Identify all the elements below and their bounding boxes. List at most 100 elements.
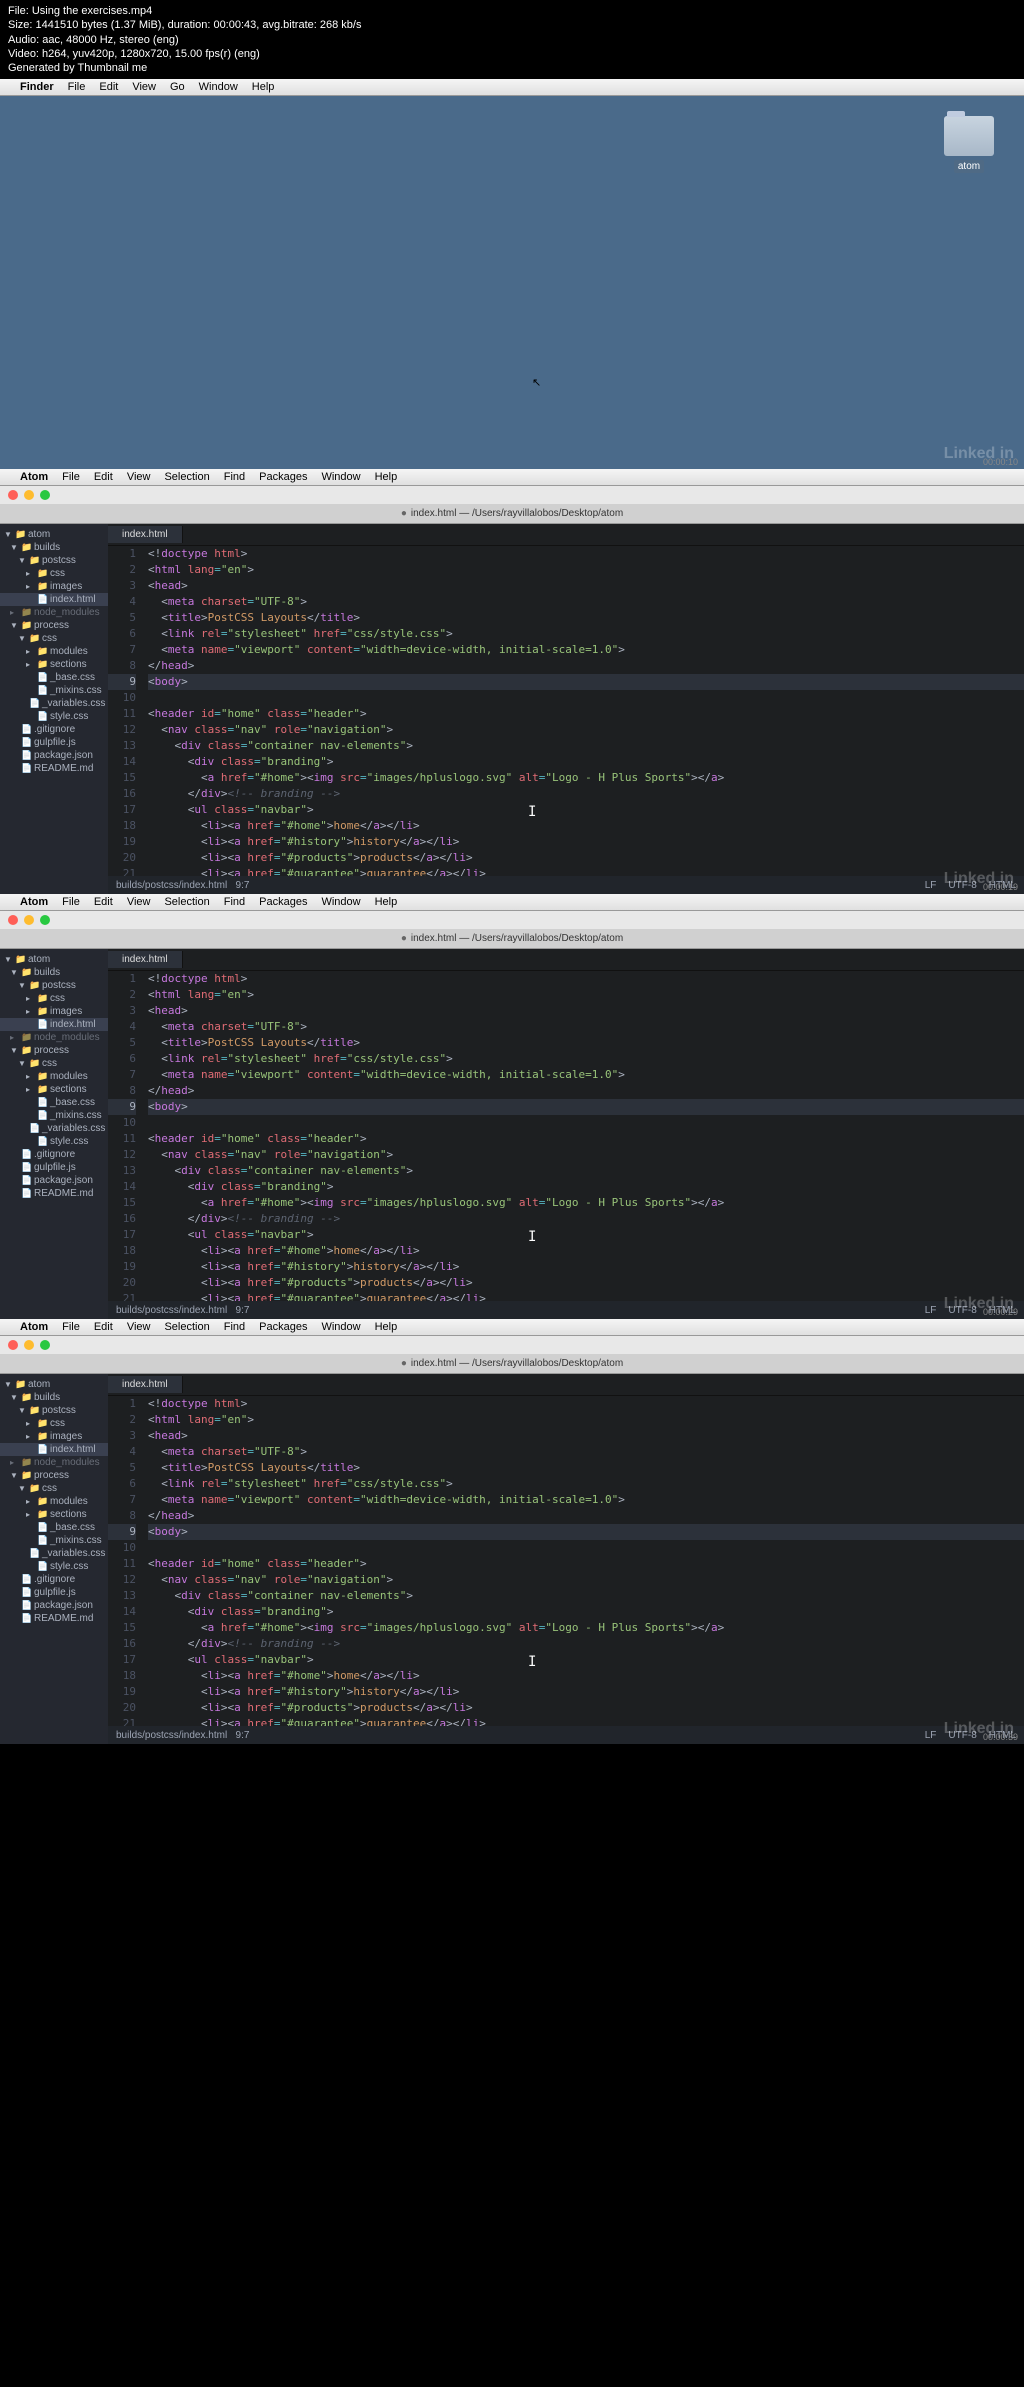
- tree-item-sections[interactable]: ▸📁sections: [0, 1508, 108, 1521]
- status-lf[interactable]: LF: [925, 1305, 937, 1316]
- menu-find[interactable]: Find: [224, 471, 245, 483]
- tree-item-gulpfile-js[interactable]: 📄gulpfile.js: [0, 736, 108, 749]
- tree-item-style-css[interactable]: 📄style.css: [0, 710, 108, 723]
- tree-item-index-html[interactable]: 📄index.html: [0, 593, 108, 606]
- menu-window[interactable]: Window: [321, 1321, 360, 1333]
- menu-selection[interactable]: Selection: [164, 471, 209, 483]
- close-button[interactable]: [8, 1340, 18, 1350]
- tree-item-_base-css[interactable]: 📄_base.css: [0, 1521, 108, 1534]
- menu-help[interactable]: Help: [375, 471, 398, 483]
- tree-item-_variables-css[interactable]: 📄_variables.css: [0, 697, 108, 710]
- file-tree-sidebar[interactable]: ▼📁atom▼📁builds▼📁postcss▸📁css▸📁images📄ind…: [0, 1374, 108, 1744]
- menu-edit[interactable]: Edit: [94, 896, 113, 908]
- status-filepath[interactable]: builds/postcss/index.html: [116, 880, 227, 891]
- menu-edit[interactable]: Edit: [94, 1321, 113, 1333]
- tree-item-images[interactable]: ▸📁images: [0, 580, 108, 593]
- tree-item-node_modules[interactable]: ▸📁node_modules: [0, 606, 108, 619]
- minimize-button[interactable]: [24, 490, 34, 500]
- menu-atom[interactable]: Atom: [20, 896, 48, 908]
- tree-item-_base-css[interactable]: 📄_base.css: [0, 671, 108, 684]
- menu-selection[interactable]: Selection: [164, 896, 209, 908]
- tree-item-README-md[interactable]: 📄README.md: [0, 1187, 108, 1200]
- tree-item-_variables-css[interactable]: 📄_variables.css: [0, 1547, 108, 1560]
- minimize-button[interactable]: [24, 915, 34, 925]
- file-tree-sidebar[interactable]: ▼📁atom▼📁builds▼📁postcss▸📁css▸📁images📄ind…: [0, 949, 108, 1319]
- file-tab-index-html[interactable]: index.html: [108, 1376, 183, 1393]
- tree-item-css[interactable]: ▼📁css: [0, 1482, 108, 1495]
- code-content[interactable]: <!doctype html><html lang="en"><head> <m…: [142, 971, 1024, 1301]
- tree-item-index-html[interactable]: 📄index.html: [0, 1018, 108, 1031]
- menu-packages[interactable]: Packages: [259, 1321, 307, 1333]
- tree-item-css[interactable]: ▸📁css: [0, 567, 108, 580]
- tree-item-process[interactable]: ▼📁process: [0, 619, 108, 632]
- tree-item-images[interactable]: ▸📁images: [0, 1005, 108, 1018]
- status-lf[interactable]: LF: [925, 1730, 937, 1741]
- desktop-folder-atom[interactable]: atom: [944, 116, 994, 173]
- tree-item-package-json[interactable]: 📄package.json: [0, 749, 108, 762]
- tree-item-style-css[interactable]: 📄style.css: [0, 1135, 108, 1148]
- tree-item-README-md[interactable]: 📄README.md: [0, 1612, 108, 1625]
- file-tab-index-html[interactable]: index.html: [108, 951, 183, 968]
- status-filepath[interactable]: builds/postcss/index.html: [116, 1305, 227, 1316]
- tree-item-sections[interactable]: ▸📁sections: [0, 1083, 108, 1096]
- tree-item--gitignore[interactable]: 📄.gitignore: [0, 1573, 108, 1586]
- close-button[interactable]: [8, 915, 18, 925]
- maximize-button[interactable]: [40, 490, 50, 500]
- menu-file[interactable]: File: [62, 896, 80, 908]
- maximize-button[interactable]: [40, 915, 50, 925]
- tree-item-css[interactable]: ▸📁css: [0, 1417, 108, 1430]
- menu-atom[interactable]: Atom: [20, 471, 48, 483]
- tree-item-package-json[interactable]: 📄package.json: [0, 1599, 108, 1612]
- menu-edit[interactable]: Edit: [99, 81, 118, 93]
- tree-item-builds[interactable]: ▼📁builds: [0, 966, 108, 979]
- tree-item-sections[interactable]: ▸📁sections: [0, 658, 108, 671]
- status-cursor-pos[interactable]: 9:7: [236, 880, 250, 891]
- tree-item-_mixins-css[interactable]: 📄_mixins.css: [0, 1534, 108, 1547]
- tree-item-css[interactable]: ▸📁css: [0, 992, 108, 1005]
- menu-packages[interactable]: Packages: [259, 896, 307, 908]
- tree-item-node_modules[interactable]: ▸📁node_modules: [0, 1031, 108, 1044]
- tree-item-images[interactable]: ▸📁images: [0, 1430, 108, 1443]
- menu-view[interactable]: View: [132, 81, 156, 93]
- menu-view[interactable]: View: [127, 471, 151, 483]
- tree-item--gitignore[interactable]: 📄.gitignore: [0, 1148, 108, 1161]
- status-cursor-pos[interactable]: 9:7: [236, 1730, 250, 1741]
- status-filepath[interactable]: builds/postcss/index.html: [116, 1730, 227, 1741]
- menu-selection[interactable]: Selection: [164, 1321, 209, 1333]
- tree-item-_mixins-css[interactable]: 📄_mixins.css: [0, 684, 108, 697]
- tree-item-modules[interactable]: ▸📁modules: [0, 1495, 108, 1508]
- menu-file[interactable]: File: [62, 1321, 80, 1333]
- file-tree-sidebar[interactable]: ▼📁atom▼📁builds▼📁postcss▸📁css▸📁images📄ind…: [0, 524, 108, 894]
- tree-item-postcss[interactable]: ▼📁postcss: [0, 554, 108, 567]
- tree-item-_base-css[interactable]: 📄_base.css: [0, 1096, 108, 1109]
- menu-view[interactable]: View: [127, 1321, 151, 1333]
- code-editor[interactable]: 1234567891011121314151617181920212223 <!…: [108, 1396, 1024, 1726]
- menu-window[interactable]: Window: [321, 896, 360, 908]
- code-content[interactable]: <!doctype html><html lang="en"><head> <m…: [142, 546, 1024, 876]
- tree-item-README-md[interactable]: 📄README.md: [0, 762, 108, 775]
- minimize-button[interactable]: [24, 1340, 34, 1350]
- tree-item-node_modules[interactable]: ▸📁node_modules: [0, 1456, 108, 1469]
- menu-find[interactable]: Find: [224, 1321, 245, 1333]
- tree-item--gitignore[interactable]: 📄.gitignore: [0, 723, 108, 736]
- menu-edit[interactable]: Edit: [94, 471, 113, 483]
- code-content[interactable]: <!doctype html><html lang="en"><head> <m…: [142, 1396, 1024, 1726]
- tree-root[interactable]: ▼📁atom: [0, 953, 108, 966]
- tree-item-gulpfile-js[interactable]: 📄gulpfile.js: [0, 1586, 108, 1599]
- menu-window[interactable]: Window: [199, 81, 238, 93]
- menu-find[interactable]: Find: [224, 896, 245, 908]
- menu-atom[interactable]: Atom: [20, 1321, 48, 1333]
- close-button[interactable]: [8, 490, 18, 500]
- status-lf[interactable]: LF: [925, 880, 937, 891]
- tree-item-postcss[interactable]: ▼📁postcss: [0, 1404, 108, 1417]
- menu-file[interactable]: File: [68, 81, 86, 93]
- tree-item-process[interactable]: ▼📁process: [0, 1044, 108, 1057]
- macos-desktop[interactable]: atom ↖ Linked in: [0, 96, 1024, 469]
- menu-packages[interactable]: Packages: [259, 471, 307, 483]
- menu-window[interactable]: Window: [321, 471, 360, 483]
- tree-item-modules[interactable]: ▸📁modules: [0, 1070, 108, 1083]
- tree-item-modules[interactable]: ▸📁modules: [0, 645, 108, 658]
- tree-item-_variables-css[interactable]: 📄_variables.css: [0, 1122, 108, 1135]
- menu-finder[interactable]: Finder: [20, 81, 54, 93]
- code-editor[interactable]: 1234567891011121314151617181920212223 <!…: [108, 546, 1024, 876]
